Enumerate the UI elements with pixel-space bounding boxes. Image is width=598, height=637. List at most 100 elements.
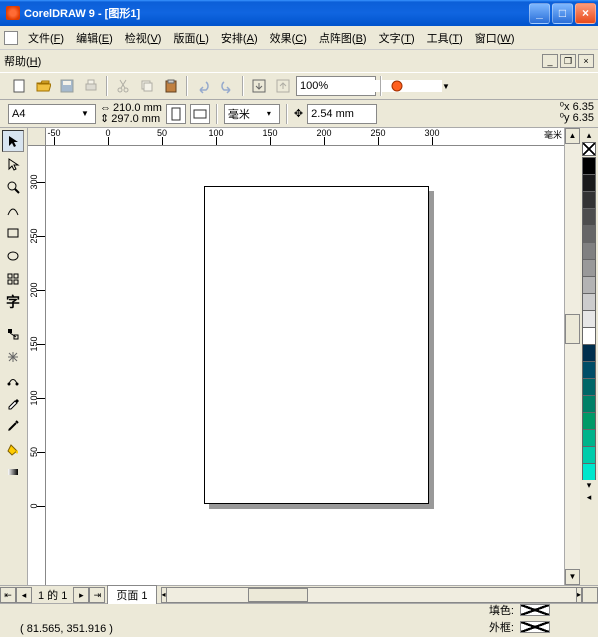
status-bar: ( 81.565, 351.916 ) 填色: 外框: bbox=[0, 603, 598, 637]
units-combo[interactable]: 毫米▾ bbox=[224, 104, 280, 124]
mdi-close-button[interactable]: × bbox=[578, 54, 594, 68]
first-page-button[interactable]: ⇤ bbox=[0, 587, 16, 603]
scroll-up-button[interactable]: ▲ bbox=[565, 128, 580, 144]
menu-安排[interactable]: 安排(A) bbox=[215, 31, 264, 47]
landscape-button[interactable] bbox=[190, 104, 210, 124]
menu-help[interactable]: 帮助(H) bbox=[4, 53, 41, 69]
mdi-minimize-button[interactable]: _ bbox=[542, 54, 558, 68]
nudge-input[interactable]: 2.54 mm bbox=[307, 104, 377, 124]
text-tool[interactable]: 字 bbox=[2, 291, 24, 313]
color-swatch[interactable] bbox=[582, 446, 596, 464]
color-swatch[interactable] bbox=[582, 225, 596, 243]
chevron-down-icon[interactable]: ▾ bbox=[262, 109, 276, 118]
menu-工具[interactable]: 工具(T) bbox=[421, 31, 469, 47]
app-launcher-button[interactable] bbox=[386, 75, 408, 97]
menu-效果[interactable]: 效果(C) bbox=[264, 31, 313, 47]
cut-button[interactable] bbox=[112, 75, 134, 97]
scroll-thumb-v[interactable] bbox=[565, 314, 580, 344]
zoom-combo[interactable]: ▼ bbox=[296, 76, 376, 96]
last-page-button[interactable]: ⇥ bbox=[89, 587, 105, 603]
nudge-icon: ✥ bbox=[294, 107, 303, 120]
color-swatch[interactable] bbox=[582, 242, 596, 260]
rectangle-tool[interactable] bbox=[2, 222, 24, 244]
color-swatch[interactable] bbox=[582, 208, 596, 226]
color-swatch[interactable] bbox=[582, 157, 596, 175]
menu-编辑[interactable]: 编辑(E) bbox=[70, 31, 119, 47]
zoom-tool[interactable] bbox=[2, 176, 24, 198]
outline-swatch[interactable] bbox=[520, 621, 550, 633]
paper-size-combo[interactable]: A4▼ bbox=[8, 104, 96, 124]
no-color-swatch[interactable] bbox=[582, 142, 596, 156]
export-button[interactable] bbox=[272, 75, 294, 97]
mdi-restore-button[interactable]: ❐ bbox=[560, 54, 576, 68]
interactive-transparency-tool[interactable] bbox=[2, 346, 24, 368]
ellipse-tool[interactable] bbox=[2, 245, 24, 267]
color-swatch[interactable] bbox=[582, 412, 596, 430]
width-icon: ⇔ bbox=[100, 103, 111, 114]
palette-flyout-button[interactable]: ◂ bbox=[582, 492, 596, 504]
menu-版面[interactable]: 版面(L) bbox=[167, 31, 214, 47]
page-tab[interactable]: 页面 1 bbox=[107, 585, 156, 604]
redo-button[interactable] bbox=[216, 75, 238, 97]
scroll-thumb-h[interactable] bbox=[248, 588, 308, 602]
ruler-origin[interactable] bbox=[28, 128, 46, 146]
palette-up-button[interactable]: ▴ bbox=[582, 130, 596, 142]
copy-button[interactable] bbox=[136, 75, 158, 97]
menu-检视[interactable]: 检视(V) bbox=[119, 31, 168, 47]
menu-bar: 文件(F)编辑(E)检视(V)版面(L)安排(A)效果(C)点阵图(B)文字(T… bbox=[0, 26, 598, 50]
palette-down-button[interactable]: ▾ bbox=[582, 480, 596, 492]
drawing-canvas[interactable] bbox=[46, 146, 564, 585]
menu-窗口[interactable]: 窗口(W) bbox=[469, 31, 521, 47]
app-icon bbox=[6, 6, 20, 20]
portrait-button[interactable] bbox=[166, 104, 186, 124]
color-swatch[interactable] bbox=[582, 395, 596, 413]
shape-tool[interactable] bbox=[2, 153, 24, 175]
print-button[interactable] bbox=[80, 75, 102, 97]
color-swatch[interactable] bbox=[582, 276, 596, 294]
interactive-blend-tool[interactable] bbox=[2, 369, 24, 391]
chevron-down-icon[interactable]: ▼ bbox=[78, 109, 92, 118]
doc-menu-icon[interactable] bbox=[4, 31, 18, 45]
prev-page-button[interactable]: ◂ bbox=[16, 587, 32, 603]
undo-button[interactable] bbox=[192, 75, 214, 97]
color-swatch[interactable] bbox=[582, 327, 596, 345]
zoom-input[interactable] bbox=[300, 80, 442, 92]
color-swatch[interactable] bbox=[582, 310, 596, 328]
outline-tool[interactable] bbox=[2, 415, 24, 437]
eyedropper-tool[interactable] bbox=[2, 392, 24, 414]
paste-button[interactable] bbox=[160, 75, 182, 97]
color-swatch[interactable] bbox=[582, 361, 596, 379]
save-button[interactable] bbox=[56, 75, 78, 97]
chevron-down-icon[interactable]: ▼ bbox=[442, 82, 450, 91]
vertical-ruler[interactable]: 300250200150100500 bbox=[28, 146, 46, 585]
color-swatch[interactable] bbox=[582, 259, 596, 277]
horizontal-ruler[interactable]: -50050100150200250300 毫米 bbox=[46, 128, 564, 146]
interactive-mesh-tool[interactable] bbox=[2, 461, 24, 483]
vertical-scrollbar[interactable]: ▲ ▼ bbox=[564, 128, 580, 585]
menu-点阵图[interactable]: 点阵图(B) bbox=[313, 31, 373, 47]
color-swatch[interactable] bbox=[582, 378, 596, 396]
fill-tool[interactable] bbox=[2, 438, 24, 460]
menu-文件[interactable]: 文件(F) bbox=[22, 31, 70, 47]
color-swatch[interactable] bbox=[582, 191, 596, 209]
menu-文字[interactable]: 文字(T) bbox=[373, 31, 421, 47]
interactive-fill-tool[interactable] bbox=[2, 323, 24, 345]
next-page-button[interactable]: ▸ bbox=[73, 587, 89, 603]
new-button[interactable] bbox=[8, 75, 30, 97]
open-button[interactable] bbox=[32, 75, 54, 97]
scroll-down-button[interactable]: ▼ bbox=[565, 569, 580, 585]
horizontal-scrollbar[interactable]: ◂ ▸ bbox=[161, 587, 582, 603]
close-button[interactable]: × bbox=[575, 3, 596, 24]
maximize-button[interactable]: □ bbox=[552, 3, 573, 24]
freehand-tool[interactable] bbox=[2, 199, 24, 221]
fill-swatch[interactable] bbox=[520, 604, 550, 616]
color-swatch[interactable] bbox=[582, 174, 596, 192]
minimize-button[interactable]: _ bbox=[529, 3, 550, 24]
polygon-tool[interactable] bbox=[2, 268, 24, 290]
color-swatch[interactable] bbox=[582, 293, 596, 311]
color-swatch[interactable] bbox=[582, 463, 596, 481]
pick-tool[interactable] bbox=[2, 130, 24, 152]
color-swatch[interactable] bbox=[582, 429, 596, 447]
color-swatch[interactable] bbox=[582, 344, 596, 362]
import-button[interactable] bbox=[248, 75, 270, 97]
